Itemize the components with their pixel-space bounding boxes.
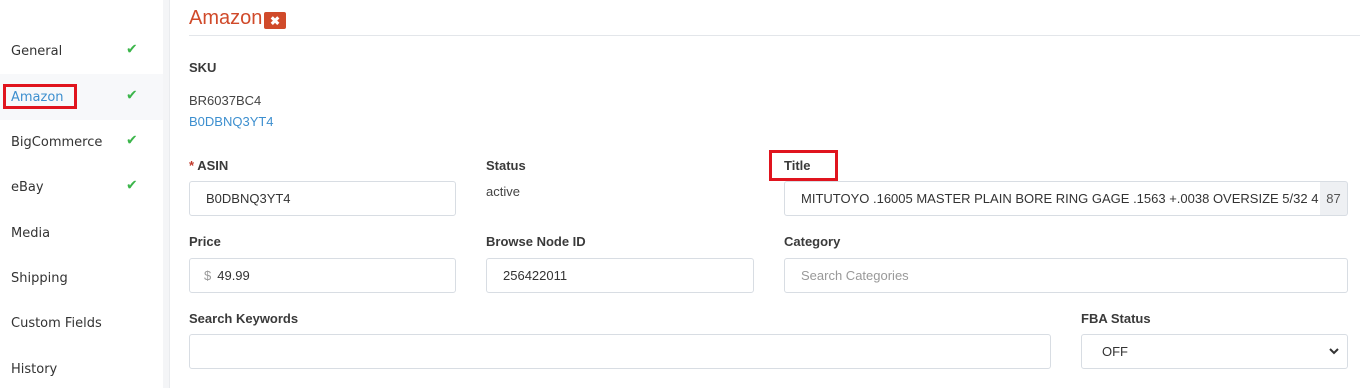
asin-input[interactable]: B0DBNQ3YT4 (189, 181, 456, 216)
asin-label: * ASIN (189, 158, 228, 173)
title-label: Title (784, 158, 811, 173)
sku-value: BR6037BC4 (189, 93, 262, 108)
sidebar-item-bigcommerce[interactable]: BigCommerce ✔ (0, 119, 163, 165)
currency-prefix: $ (204, 268, 212, 283)
search-keywords-label: Search Keywords (189, 311, 299, 326)
sku-label: SKU (189, 60, 217, 75)
required-marker: * (189, 158, 195, 173)
section-title: Amazon (189, 7, 263, 29)
fba-status-select[interactable]: OFF (1081, 334, 1348, 369)
check-icon: ✔ (126, 41, 138, 58)
price-input[interactable]: $ 49.99 (189, 258, 456, 293)
sidebar-item-label: General (11, 43, 63, 59)
check-icon: ✔ (126, 87, 138, 104)
title-input[interactable]: MITUTOYO .16005 MASTER PLAIN BORE RING G… (784, 181, 1321, 216)
close-icon[interactable]: ✖ (264, 12, 286, 29)
sidebar-item-label: BigCommerce (11, 134, 103, 150)
sidebar-item-label: eBay (11, 179, 44, 195)
category-label: Category (784, 234, 841, 249)
status-label: Status (486, 158, 526, 173)
sidebar-item-label: Media (11, 225, 51, 241)
price-input-value: 49.99 (217, 268, 250, 283)
category-placeholder: Search Categories (801, 268, 909, 283)
sidebar-item-ebay[interactable]: eBay ✔ (0, 164, 163, 210)
title-char-count: 87 (1320, 181, 1348, 216)
browse-node-input-value: 256422011 (503, 268, 568, 283)
product-editor: General ✔ Amazon ✔ BigCommerce ✔ eBay ✔ … (0, 0, 1360, 388)
fba-status-value: OFF (1102, 344, 1128, 359)
category-search-input[interactable]: Search Categories (784, 258, 1348, 293)
header-divider (189, 35, 1360, 36)
check-icon: ✔ (126, 132, 138, 149)
sidebar-item-media[interactable]: Media (0, 210, 163, 256)
asin-label-text: ASIN (197, 158, 229, 173)
price-label: Price (189, 234, 221, 249)
sidebar-item-history[interactable]: History (0, 346, 163, 388)
browse-node-label: Browse Node ID (486, 234, 586, 249)
asin-link[interactable]: B0DBNQ3YT4 (189, 114, 274, 129)
browse-node-input[interactable]: 256422011 (486, 258, 754, 293)
check-icon: ✔ (126, 177, 138, 194)
sidebar-item-label: History (11, 361, 58, 377)
chevron-down-icon (1329, 348, 1339, 355)
sidebar-item-general[interactable]: General ✔ (0, 28, 163, 74)
asin-input-value: B0DBNQ3YT4 (206, 191, 291, 206)
fba-status-label: FBA Status (1081, 311, 1151, 326)
sidebar-item-label: Custom Fields (11, 315, 102, 331)
sidebar-item-custom-fields[interactable]: Custom Fields (0, 300, 163, 346)
search-keywords-input[interactable] (189, 334, 1051, 369)
title-input-value: MITUTOYO .16005 MASTER PLAIN BORE RING G… (801, 191, 1321, 206)
sidebar-item-shipping[interactable]: Shipping (0, 255, 163, 301)
status-value: active (486, 184, 520, 199)
channel-sidebar: General ✔ Amazon ✔ BigCommerce ✔ eBay ✔ … (0, 0, 170, 388)
highlight-box-amazon (3, 84, 77, 109)
sidebar-item-label: Shipping (11, 270, 68, 286)
